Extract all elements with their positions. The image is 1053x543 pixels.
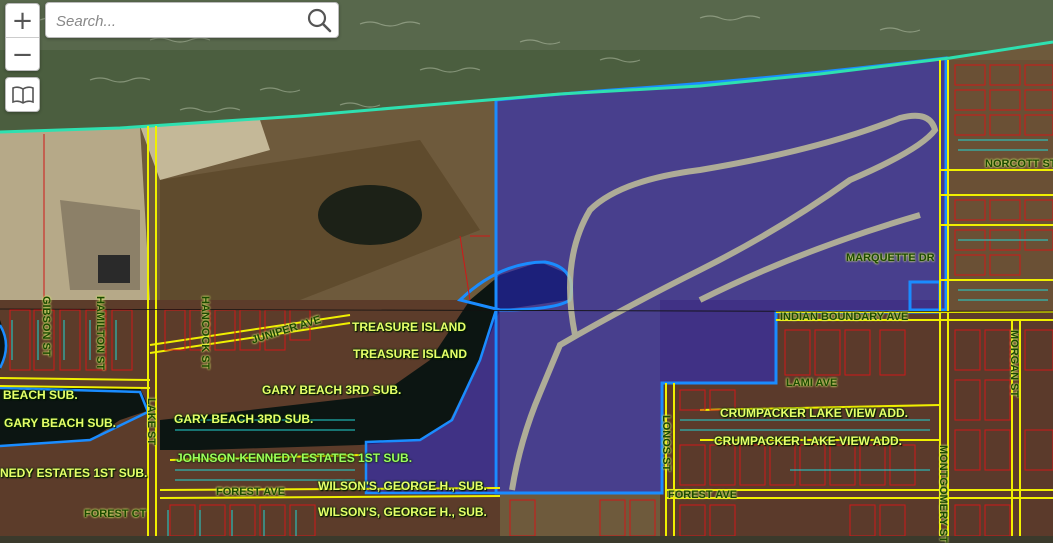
label-gibson-st: GIBSON ST bbox=[40, 296, 52, 357]
search-box bbox=[45, 2, 339, 38]
label-lonos-st: LONOS ST bbox=[660, 415, 672, 472]
zoom-out-button[interactable]: − bbox=[6, 37, 39, 71]
label-johnson-kennedy: JOHNSON-KENNEDY ESTATES 1ST SUB. bbox=[176, 451, 413, 465]
bookmarks-button[interactable] bbox=[5, 77, 40, 112]
label-marquette-dr: MARQUETTE DR bbox=[846, 252, 935, 264]
label-indian-boundary-ave: INDIAN BOUNDARY AVE bbox=[780, 311, 909, 323]
label-montgomery-st: MONTGOMERY ST bbox=[937, 445, 949, 543]
label-hancock-st: HANCOCK ST bbox=[199, 296, 211, 370]
label-gary-beach-3rd-sub-2: GARY BEACH 3RD SUB. bbox=[174, 412, 314, 426]
search-input[interactable] bbox=[54, 9, 298, 33]
label-forest-ave-2: FOREST AVE bbox=[668, 489, 738, 501]
label-norcott-st: NORCOTT ST bbox=[985, 158, 1053, 170]
label-kennedy-estates-1st: NEDY ESTATES 1ST SUB. bbox=[0, 466, 148, 480]
label-treasure-island-2: TREASURE ISLAND bbox=[353, 347, 468, 361]
label-forest-ave-1: FOREST AVE bbox=[216, 486, 286, 498]
label-hamilton-st: HAMILTON ST bbox=[94, 296, 106, 371]
label-morgan-st: MORGAN ST bbox=[1008, 330, 1020, 398]
label-forest-ct: FOREST CT bbox=[84, 508, 147, 520]
label-wilsons-sub-2: WILSON'S, GEORGE H., SUB. bbox=[318, 505, 487, 519]
label-gary-beach-3rd-sub-1: GARY BEACH 3RD SUB. bbox=[262, 383, 402, 397]
zoom-in-button[interactable]: + bbox=[6, 4, 39, 37]
aerial-map[interactable] bbox=[0, 0, 1053, 536]
label-lake-st: LAKE ST bbox=[145, 398, 157, 446]
book-icon bbox=[11, 85, 34, 104]
label-treasure-island-1: TREASURE ISLAND bbox=[352, 320, 467, 334]
label-lami-ave: LAMI AVE bbox=[786, 377, 838, 389]
label-crumpacker-1: CRUMPACKER LAKE VIEW ADD. bbox=[720, 406, 908, 420]
zoom-control: + − bbox=[5, 3, 40, 71]
label-wilsons-sub-1: WILSON'S, GEORGE H., SUB. bbox=[318, 479, 487, 493]
search-icon[interactable] bbox=[306, 7, 332, 33]
label-beach-sub: BEACH SUB. bbox=[3, 388, 78, 402]
label-crumpacker-2: CRUMPACKER LAKE VIEW ADD. bbox=[714, 434, 902, 448]
label-gary-beach-sub: GARY BEACH SUB. bbox=[4, 416, 117, 430]
